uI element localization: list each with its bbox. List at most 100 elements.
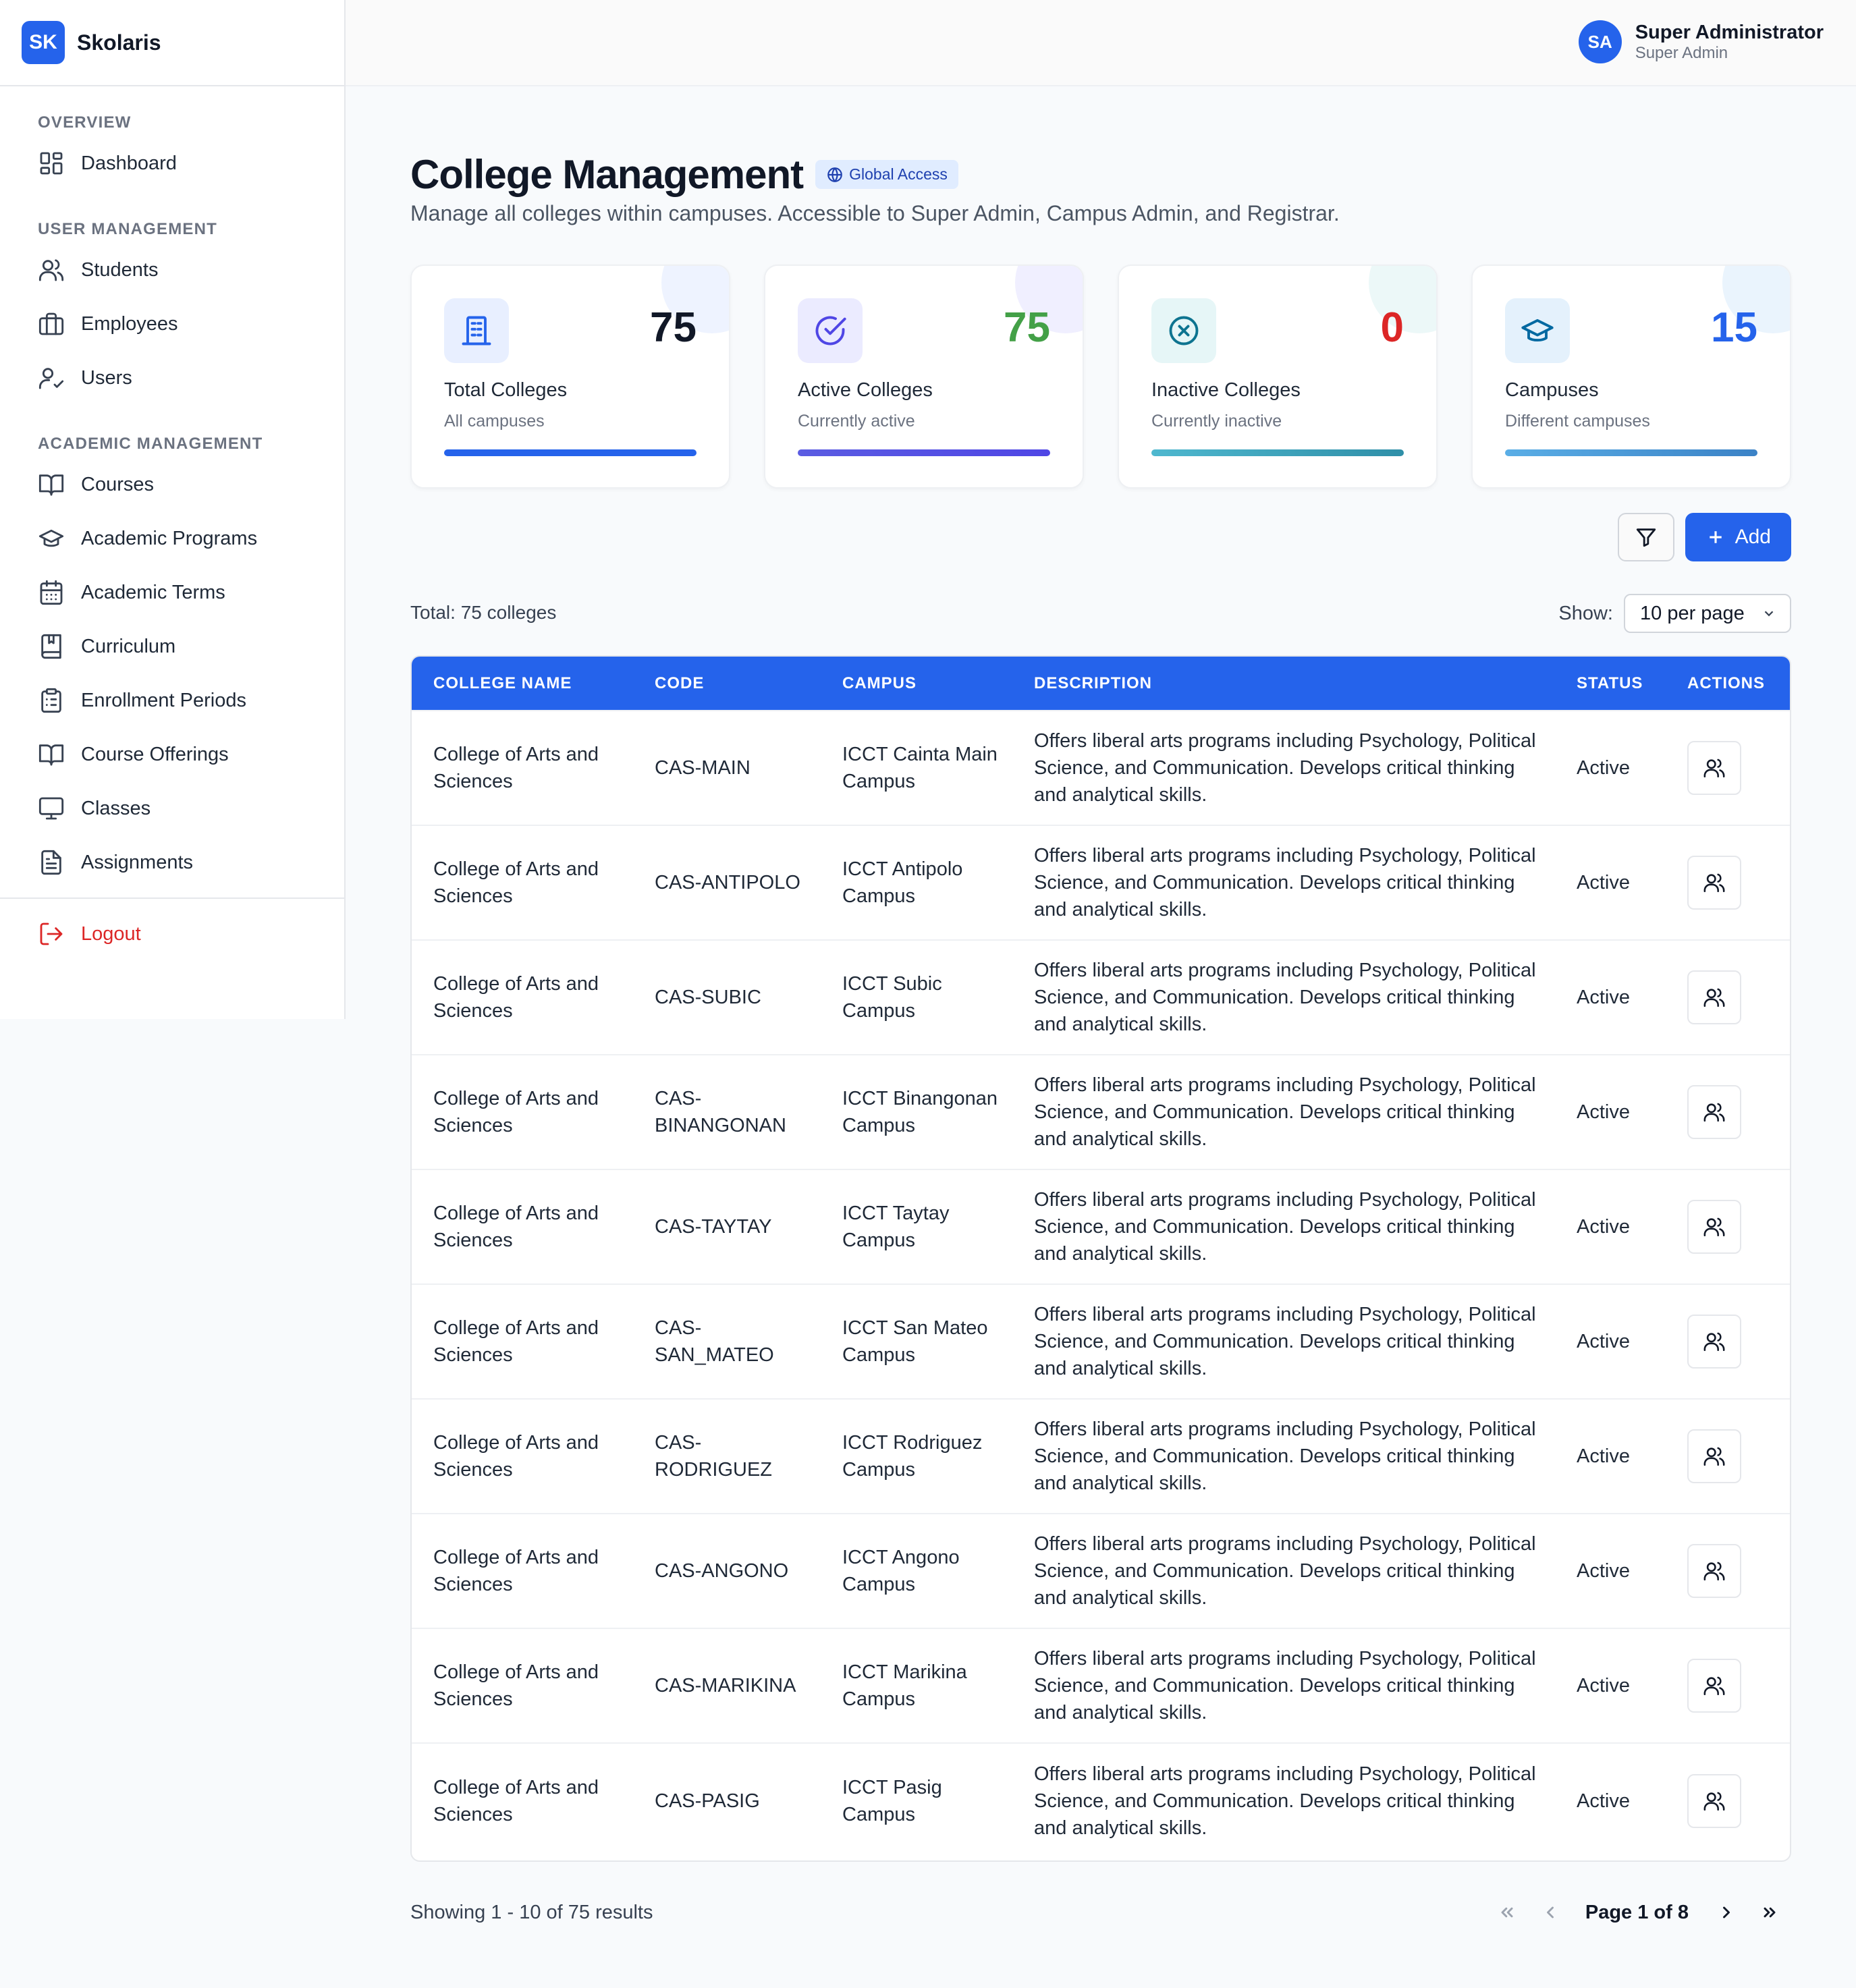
description-cell: Offers liberal arts programs including P… [1034,730,1536,806]
table-row[interactable]: College of Arts and Sciences CAS-SUBIC ICC… [412,940,1790,1055]
sidebar-item-curriculum[interactable]: Curriculum [0,619,344,673]
sidebar-item-courses[interactable]: Courses [0,458,344,512]
building-icon [462,316,491,346]
brand[interactable]: SK Skolaris [0,0,344,86]
college-code-cell: CAS-ANGONO [655,1560,789,1582]
plus-icon [1709,531,1722,543]
manage-users-button[interactable] [1687,1200,1741,1254]
campus-cell: ICCT San Mateo Campus [842,1317,988,1366]
clipboard-list-icon [41,688,61,713]
manage-users-button[interactable] [1687,1085,1741,1139]
stat-value: 15 [1711,304,1757,351]
stat-value: 75 [650,304,697,351]
card-icon-box [798,298,863,363]
description-cell: Offers liberal arts programs including P… [1034,1648,1536,1723]
campus-cell: ICCT Cainta Main Campus [842,744,998,792]
table-row[interactable]: College of Arts and Sciences CAS-TAYTAY IC… [412,1169,1790,1284]
brand-logo: SK [22,21,65,64]
status-cell: Active [1577,872,1630,893]
next-page-button[interactable] [1705,1892,1748,1933]
users-icon [1703,1447,1725,1466]
manage-users-button[interactable] [1687,856,1741,910]
filter-icon [1636,528,1656,547]
status-cell: Active [1577,1560,1630,1582]
monitor-icon [38,797,64,820]
first-page-button[interactable] [1485,1892,1529,1933]
table-row[interactable]: College of Arts and Sciences CAS-ANGONO IC… [412,1514,1790,1628]
manage-users-button[interactable] [1687,1773,1741,1828]
campus-cell: ICCT Marikina Campus [842,1661,967,1710]
users-icon [1703,1792,1725,1811]
sidebar-item-assignments[interactable]: Assignments [0,835,344,889]
manage-users-button[interactable] [1687,1659,1741,1713]
add-button[interactable]: Add [1685,513,1791,561]
campus-cell: ICCT Rodriguez Campus [842,1432,983,1481]
logout-button[interactable]: Logout [0,907,344,961]
sidebar-item-students[interactable]: Students [0,243,344,297]
manage-users-button[interactable] [1687,1544,1741,1598]
users-icon [1703,1562,1725,1581]
filter-button[interactable] [1617,513,1674,561]
stat-bar [1505,449,1757,456]
table-row[interactable]: College of Arts and Sciences CAS-BINANGON… [412,1055,1790,1169]
stat-value: 75 [1004,304,1050,351]
prev-page-button[interactable] [1529,1892,1572,1933]
stat-label: Active Colleges [798,379,933,401]
table-row[interactable]: College of Arts and Sciences CAS-ANTIPOLO… [412,825,1790,940]
sidebar-item-label: Dashboard [81,152,177,174]
last-page-button[interactable] [1748,1892,1791,1933]
college-name-cell: College of Arts and Sciences [433,1661,599,1710]
college-name-cell: College of Arts and Sciences [433,1317,599,1366]
college-code-cell: CAS-MAIN [655,757,750,779]
column-header[interactable]: CAMPUS [821,657,1012,711]
manage-users-button[interactable] [1687,1429,1741,1483]
book-open-icon [38,744,64,766]
college-code-cell: CAS-BINANGONAN [655,1088,786,1136]
pagination: Page 1 of 8 [1485,1892,1791,1933]
table-row[interactable]: College of Arts and Sciences CAS-PASIG ICC… [412,1743,1790,1858]
table-row[interactable]: College of Arts and Sciences CAS-MARIKINA… [412,1628,1790,1743]
per-page-select[interactable]: 10 per page [1624,594,1791,633]
description-cell: Offers liberal arts programs including P… [1034,1074,1536,1150]
sidebar-item-users[interactable]: Users [0,351,344,405]
sidebar-item-enrollment-periods[interactable]: Enrollment Periods [0,673,344,727]
column-header[interactable]: CODE [633,657,821,711]
sidebar-item-classes[interactable]: Classes [0,781,344,835]
status-cell: Active [1577,1101,1630,1123]
college-code-cell: CAS-SUBIC [655,987,761,1008]
college-code-cell: CAS-MARIKINA [655,1675,796,1696]
description-cell: Offers liberal arts programs including P… [1034,1533,1536,1609]
campus-cell: ICCT Subic Campus [842,973,942,1022]
college-name-cell: College of Arts and Sciences [433,1203,599,1251]
table-row[interactable]: College of Arts and Sciences CAS-MAIN ICCT… [412,711,1790,825]
table-header-row: COLLEGE NAME CODE CAMPUS DESCRIPTION STA… [412,657,1790,711]
sidebar-item-academic-programs[interactable]: Academic Programs [0,512,344,565]
colleges-table: COLLEGE NAME CODE CAMPUS DESCRIPTION STA… [410,655,1791,1862]
globe-icon [827,167,842,182]
description-cell: Offers liberal arts programs including P… [1034,1418,1536,1494]
actions-cell [1666,1169,1790,1284]
sidebar-item-label: Classes [81,797,151,819]
column-header[interactable]: COLLEGE NAME [412,657,633,711]
manage-users-button[interactable] [1687,1315,1741,1369]
column-header[interactable]: STATUS [1555,657,1666,711]
stat-card-total-colleges: 75 Total Colleges All campuses [410,265,730,489]
add-button-label: Add [1735,526,1771,548]
user-menu[interactable]: SA Super Administrator Super Admin [1578,20,1824,63]
table-row[interactable]: College of Arts and Sciences CAS-RODRIGUE… [412,1399,1790,1514]
users-icon [1703,1332,1725,1352]
chevrons-left-icon [1501,1907,1513,1918]
college-name-cell: College of Arts and Sciences [433,1432,599,1481]
sidebar-item-course-offerings[interactable]: Course Offerings [0,727,344,781]
sidebar-item-academic-terms[interactable]: Academic Terms [0,565,344,619]
sidebar-item-dashboard[interactable]: Dashboard [0,136,344,190]
actions-cell [1666,1514,1790,1628]
table-row[interactable]: College of Arts and Sciences CAS-SAN_MATE… [412,1284,1790,1399]
user-role: Super Admin [1635,44,1728,62]
manage-users-button[interactable] [1687,741,1741,795]
sidebar-item-employees[interactable]: Employees [0,297,344,351]
column-header[interactable]: DESCRIPTION [1012,657,1555,711]
chevron-right-icon [1723,1906,1730,1918]
manage-users-button[interactable] [1687,970,1741,1024]
stat-label: Total Colleges [444,379,568,401]
